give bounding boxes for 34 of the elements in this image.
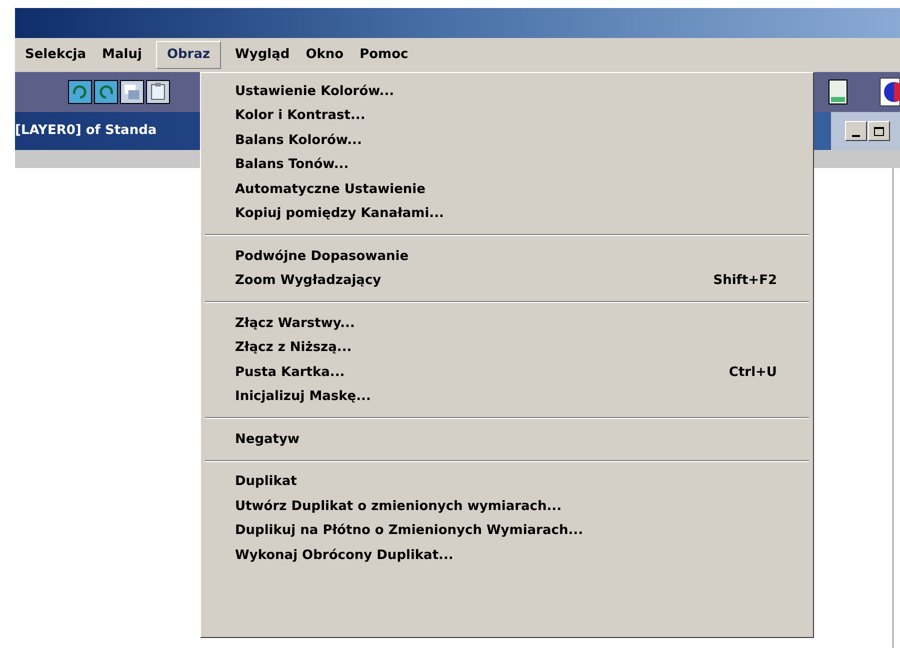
menu-entry[interactable]: Złącz z Niższą... <box>201 336 813 360</box>
menu-item[interactable]: Okno <box>300 45 350 65</box>
menu-entry[interactable]: Negatyw <box>201 427 813 452</box>
menu-entry[interactable]: Duplikat <box>201 470 813 494</box>
menu-entry[interactable]: Kopiuj pomiędzy Kanałami... <box>201 202 813 226</box>
menu-item[interactable]: Pomoc <box>354 45 414 65</box>
globe-icon[interactable] <box>880 78 900 106</box>
menu-entry[interactable]: Balans Kolorów... <box>201 128 813 152</box>
menu-entry[interactable]: Ustawienie Kolorów... <box>201 79 813 104</box>
menu-entry[interactable]: Podwójne Dopasowanie <box>201 244 813 268</box>
menu-entry[interactable]: Inicjalizuj Maskę... <box>201 384 813 409</box>
menu-entry[interactable]: Złącz Warstwy... <box>201 311 813 336</box>
document-icon[interactable] <box>828 79 848 105</box>
maximize-button[interactable] <box>868 121 890 141</box>
paste-icon[interactable] <box>146 80 170 104</box>
menu-entry[interactable]: Balans Tonów... <box>201 152 813 177</box>
shortcut-label: Ctrl+U <box>728 364 777 382</box>
copy-icon[interactable] <box>120 80 144 104</box>
menu-item[interactable]: Selekcja <box>19 45 92 65</box>
menu-entry[interactable]: Automatyczne Ustawienie <box>201 177 813 202</box>
menu-item[interactable]: Maluj <box>96 45 148 65</box>
minimize-button[interactable] <box>845 121 867 141</box>
menu-entry[interactable]: Duplikuj na Płótno o Zmienionych Wymiarach... <box>201 518 813 543</box>
shortcut-label: Shift+F2 <box>713 272 777 290</box>
menu-item[interactable]: Wygląd <box>229 45 296 65</box>
redo-icon[interactable] <box>94 80 118 104</box>
menu-entry[interactable]: Zoom Wygładzający Shift+F2 <box>201 268 813 293</box>
document-title: [LAYER0] of Standa <box>15 122 157 140</box>
menu-item[interactable]: Obraz <box>156 41 222 69</box>
undo-icon[interactable] <box>68 80 92 104</box>
menu-entry[interactable]: Pusta Kartka... Ctrl+U <box>201 360 813 384</box>
menu-entry[interactable]: Kolor i Kontrast... <box>201 104 813 128</box>
menu-entry[interactable]: Wykonaj Obrócony Duplikat... <box>201 543 813 568</box>
menu-entry[interactable]: Utwórz Duplikat o zmienionych wymiarach... <box>201 494 813 518</box>
